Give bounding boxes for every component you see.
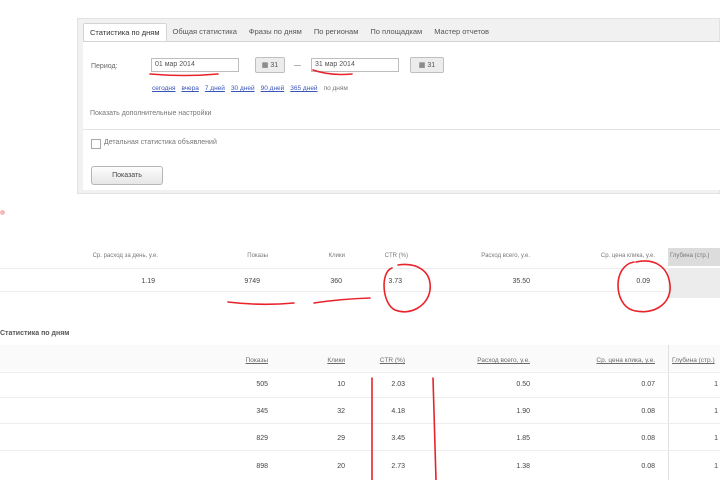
cell-depth: 1 — [714, 408, 718, 415]
calendar-from-button[interactable]: ▦ 31 — [255, 57, 285, 73]
calendar-to-button[interactable]: ▦ 31 — [410, 57, 444, 73]
cell-avg-cpc: 0.08 — [641, 463, 655, 470]
quick-link-90days[interactable]: 90 дней — [261, 85, 285, 92]
show-button[interactable]: Показать — [91, 166, 163, 185]
tab-stats-by-day[interactable]: Статистика по дням — [83, 23, 167, 42]
detail-header-avg-cpc[interactable]: Ср. цена клика, у.е. — [560, 357, 655, 364]
summary-impressions: 9749 — [244, 278, 260, 285]
cell-impressions: 505 — [256, 381, 268, 388]
cell-avg-cpc: 0.08 — [641, 408, 655, 415]
cell-total-spend: 1.38 — [516, 463, 530, 470]
detail-stats-checkbox[interactable] — [91, 139, 101, 149]
quick-link-30days[interactable]: 30 дней — [231, 85, 255, 92]
detail-header-ctr[interactable]: CTR (%) — [360, 357, 405, 364]
advanced-settings-link[interactable]: Показать дополнительные настройки — [90, 110, 211, 117]
cell-impressions: 829 — [256, 435, 268, 442]
report-tabs: Статистика по дням Общая статистика Фраз… — [83, 23, 495, 42]
underline-clicks — [313, 297, 371, 304]
quick-period-links: сегодня вчера 7 дней 30 дней 90 дней 365… — [152, 85, 348, 92]
quick-link-yesterday[interactable]: вчера — [181, 85, 198, 92]
cell-ctr: 3.45 — [391, 435, 405, 442]
tab-by-sites[interactable]: По площадкам — [364, 23, 428, 41]
summary-clicks: 360 — [330, 278, 342, 285]
detail-header-impressions[interactable]: Показы — [218, 357, 268, 364]
tab-general-stats[interactable]: Общая статистика — [167, 23, 243, 41]
detail-header-clicks[interactable]: Клики — [300, 357, 345, 364]
cell-total-spend: 1.85 — [516, 435, 530, 442]
summary-header-clicks: Клики — [328, 253, 345, 259]
detail-stats-label: Детальная статистика объявлений — [104, 139, 217, 146]
cell-avg-cpc: 0.08 — [641, 435, 655, 442]
summary-header-avg-cpc: Ср. цена клика, у.е. — [600, 253, 655, 259]
cell-depth: 1 — [714, 463, 718, 470]
period-label: Период: — [91, 63, 118, 70]
period-separator: — — [294, 62, 301, 69]
quick-link-365days[interactable]: 365 дней — [290, 85, 317, 92]
cell-avg-cpc: 0.07 — [641, 381, 655, 388]
underline-impressions — [227, 301, 295, 306]
detail-header-depth[interactable]: Глубина (стр.) — [672, 357, 720, 364]
summary-header-depth: Глубина (стр.) — [670, 253, 710, 259]
cell-ctr: 2.03 — [391, 381, 405, 388]
quick-links-tail: по дням — [323, 85, 348, 92]
cell-clicks: 20 — [337, 463, 345, 470]
summary-avg-cpc: 0.09 — [636, 278, 650, 285]
section-title: Статистика по дням — [0, 330, 70, 337]
cell-impressions: 345 — [256, 408, 268, 415]
summary-header-ctr: CTR (%) — [384, 253, 408, 259]
date-to-field[interactable]: 31 мар 2014 — [311, 58, 399, 72]
summary-header-avg-daily: Ср. расход за день, у.е. — [92, 253, 158, 259]
calendar-icon: ▦ — [261, 62, 269, 69]
summary-avg-daily: 1.19 — [141, 278, 155, 285]
quick-link-7days[interactable]: 7 дней — [205, 85, 225, 92]
detail-header-total-spend[interactable]: Расход всего, у.е. — [440, 357, 530, 364]
cell-clicks: 10 — [337, 381, 345, 388]
cell-depth: 1 — [714, 381, 718, 388]
cell-ctr: 4.18 — [391, 408, 405, 415]
summary-total-spend: 35.50 — [512, 278, 530, 285]
cell-clicks: 29 — [337, 435, 345, 442]
tab-by-region[interactable]: По регионам — [308, 23, 365, 41]
divider — [83, 129, 720, 130]
cell-depth: 1 — [714, 435, 718, 442]
cell-total-spend: 1.90 — [516, 408, 530, 415]
summary-header-impressions: Показы — [247, 253, 268, 259]
cell-ctr: 2.73 — [391, 463, 405, 470]
summary-header-total-spend: Расход всего, у.е. — [481, 253, 530, 259]
cell-clicks: 32 — [337, 408, 345, 415]
date-from-field[interactable]: 01 мар 2014 — [151, 58, 239, 72]
cell-impressions: 898 — [256, 463, 268, 470]
tab-report-wizard[interactable]: Мастер отчетов — [428, 23, 495, 41]
cell-total-spend: 0.50 — [516, 381, 530, 388]
quick-link-today[interactable]: сегодня — [152, 85, 175, 92]
calendar-icon: ▦ — [418, 62, 426, 69]
bullet-marker — [0, 210, 5, 215]
summary-ctr: 3.73 — [388, 278, 402, 285]
tab-phrases-by-day[interactable]: Фразы по дням — [243, 23, 308, 41]
